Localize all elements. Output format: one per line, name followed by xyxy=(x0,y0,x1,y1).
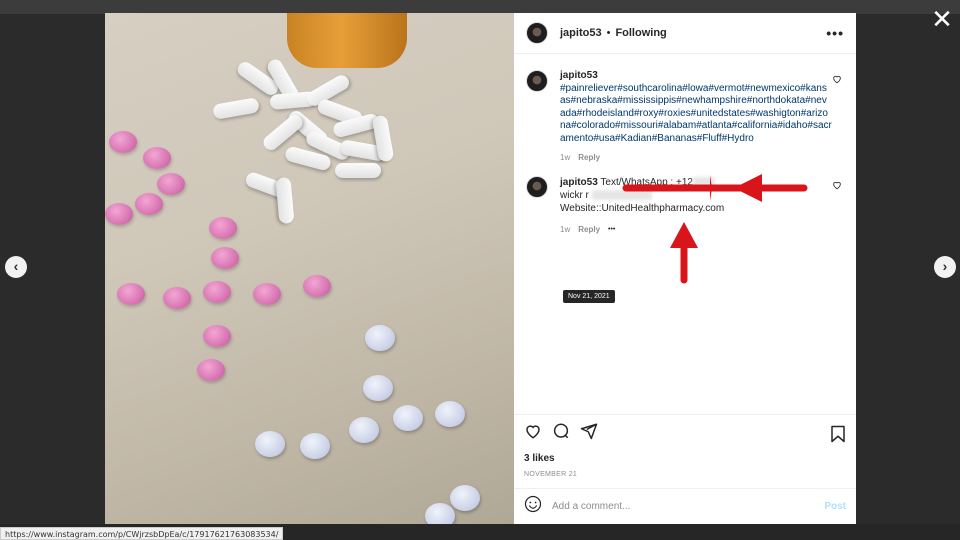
likes-count[interactable]: 3 likes xyxy=(524,453,846,464)
bookmark-icon[interactable] xyxy=(830,425,846,448)
chevron-left-icon[interactable]: ‹ xyxy=(5,256,27,278)
avatar[interactable] xyxy=(526,22,548,44)
comment-username[interactable]: japito53 xyxy=(560,177,598,188)
header-username[interactable]: japito53 xyxy=(560,27,602,39)
header-separator: • xyxy=(606,27,611,39)
pill-bottle-image xyxy=(287,13,407,68)
status-bar-url: https://www.instagram.com/p/CWjrzsbDpEa/… xyxy=(0,527,284,540)
emoji-icon[interactable] xyxy=(524,495,542,518)
post-photo xyxy=(105,13,514,524)
close-icon[interactable]: ✕ xyxy=(930,6,954,32)
annotation-arrow-up-icon xyxy=(670,222,698,284)
comment-input[interactable] xyxy=(552,501,825,512)
heart-icon[interactable] xyxy=(524,422,542,445)
comment-age[interactable]: 1w xyxy=(560,153,570,162)
comment-website-line: Website::UnitedHealthpharmacy.com xyxy=(560,203,725,214)
chevron-right-icon[interactable]: › xyxy=(934,256,956,278)
comment-age[interactable]: 1w xyxy=(560,225,570,234)
comment-more-icon[interactable]: ••• xyxy=(608,226,615,233)
comment-hashtags[interactable]: #painreliever#southcarolina#lowa#vermot#… xyxy=(560,83,832,144)
comment-composer: Post xyxy=(514,488,856,524)
avatar[interactable] xyxy=(526,176,548,198)
comment-item: japito53 #painreliever#southcarolina#low… xyxy=(526,70,844,162)
ellipsis-icon[interactable]: ••• xyxy=(826,25,844,41)
reply-button[interactable]: Reply xyxy=(578,153,600,162)
timestamp-tooltip: Nov 21, 2021 xyxy=(563,290,615,303)
avatar[interactable] xyxy=(526,70,548,92)
post-actions: 3 likes NOVEMBER 21 xyxy=(514,414,856,488)
comment-icon[interactable] xyxy=(552,422,570,445)
post-modal: japito53 • Following ••• japito53 #painr… xyxy=(105,13,856,524)
heart-icon[interactable] xyxy=(832,180,842,193)
following-button[interactable]: Following xyxy=(615,27,666,39)
post-date: NOVEMBER 21 xyxy=(524,471,578,478)
post-header: japito53 • Following ••• xyxy=(514,13,856,54)
heart-icon[interactable] xyxy=(832,74,842,87)
background-feed-top xyxy=(0,0,960,14)
comment-wickr-line: wickr r xyxy=(560,190,589,201)
share-icon[interactable] xyxy=(580,422,598,445)
comment-meta: 1w Reply xyxy=(560,153,832,162)
post-button[interactable]: Post xyxy=(824,501,846,512)
reply-button[interactable]: Reply xyxy=(578,225,600,234)
annotation-arrow-left-icon xyxy=(622,174,808,202)
comment-username[interactable]: japito53 xyxy=(560,70,598,81)
